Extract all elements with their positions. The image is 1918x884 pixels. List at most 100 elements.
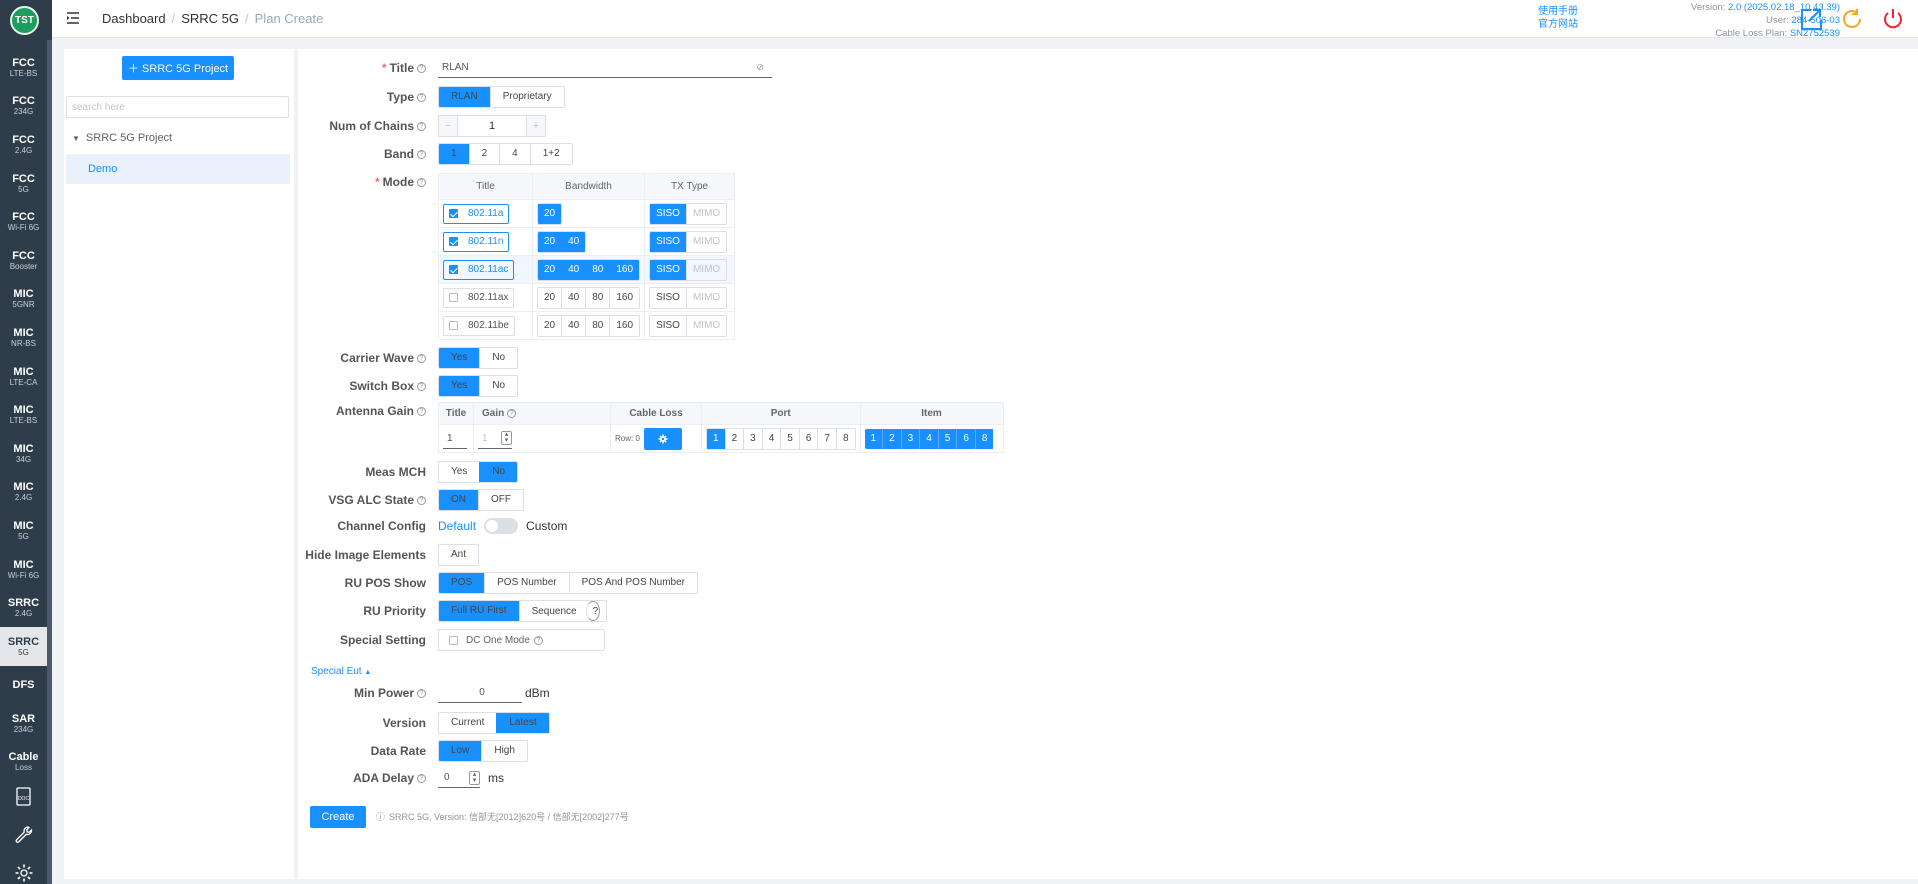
band-option[interactable]: 2 (468, 144, 500, 164)
port-option[interactable]: 5 (780, 428, 799, 449)
channel-config-toggle[interactable] (484, 518, 519, 534)
nav-item-mic-34g[interactable]: MIC 34G (0, 434, 47, 473)
checkbox-box[interactable] (449, 321, 458, 330)
nav-item-mic-lte-bs[interactable]: MIC LTE-BS (0, 395, 47, 434)
txtype-option[interactable]: SISO (650, 231, 686, 252)
item-option[interactable]: 1 (864, 428, 883, 449)
rupos-option[interactable]: POS Number (484, 573, 568, 593)
txtype-option[interactable]: MIMO (685, 315, 726, 336)
logo-icon[interactable]: TST (10, 6, 39, 35)
version-option[interactable]: Latest (496, 713, 549, 733)
breadcrumb-srrc-5g[interactable]: SRRC 5G (181, 11, 239, 26)
txtype-option[interactable]: MIMO (685, 259, 726, 280)
bandwidth-option[interactable]: 20 (538, 288, 561, 308)
gear-icon[interactable] (0, 854, 47, 884)
menu-toggle-icon[interactable] (66, 11, 80, 30)
port-option[interactable]: 4 (761, 428, 781, 449)
version-option[interactable]: Current (439, 713, 496, 733)
nav-item-cable-loss[interactable]: Cable Loss (0, 743, 47, 782)
port-option[interactable]: 1 (707, 428, 725, 449)
tree-search-input[interactable] (66, 96, 289, 118)
chains-value[interactable]: 1 (457, 116, 527, 136)
mode-checkbox[interactable]: 802.11a (443, 203, 510, 224)
tree-node-project[interactable]: ▼ SRRC 5G Project (72, 132, 172, 144)
txtype-option[interactable]: SISO (650, 288, 686, 308)
rupos-option[interactable]: POS And POS Number (568, 573, 697, 593)
switchbox-option[interactable]: No (479, 376, 517, 396)
bandwidth-option[interactable]: 20 (538, 231, 562, 252)
meas-option[interactable]: No (479, 462, 518, 482)
nav-item-fcc-5g[interactable]: FCC 5G (0, 164, 47, 203)
nav-item-mic-nr-bs[interactable]: MIC NR-BS (0, 318, 47, 357)
port-option[interactable]: 8 (835, 428, 855, 449)
nav-item-fcc-2-4g[interactable]: FCC 2.4G (0, 125, 47, 164)
dc-one-mode-checkbox[interactable]: DC One Mode? (438, 629, 605, 651)
refresh-icon[interactable] (1840, 6, 1864, 37)
doc-icon[interactable]: DOC (0, 778, 47, 816)
item-option[interactable]: 8 (974, 428, 994, 449)
datarate-option[interactable]: High (481, 741, 527, 761)
checkbox-box[interactable] (449, 209, 458, 218)
item-option[interactable]: 4 (919, 428, 938, 449)
txtype-option[interactable]: MIMO (685, 287, 726, 308)
bandwidth-option[interactable]: 160 (609, 259, 640, 280)
vsg-option[interactable]: OFF (478, 490, 523, 510)
band-option[interactable]: 1+2 (529, 144, 572, 164)
bandwidth-option[interactable]: 160 (609, 315, 639, 336)
ada-delay-value[interactable]: 0 (438, 772, 469, 783)
title-input[interactable] (438, 58, 772, 78)
item-option[interactable]: 3 (900, 428, 920, 449)
hide-option[interactable]: Ant (439, 545, 478, 565)
port-option[interactable]: 6 (798, 428, 818, 449)
wrench-icon[interactable] (0, 816, 47, 854)
txtype-option[interactable]: MIMO (685, 203, 726, 224)
power-icon[interactable] (1881, 6, 1905, 37)
port-option[interactable]: 7 (817, 428, 836, 449)
item-option[interactable]: 2 (882, 428, 901, 449)
rupos-option[interactable]: POS (439, 573, 485, 593)
item-option[interactable]: 6 (956, 428, 975, 449)
type-option[interactable]: RLAN (439, 87, 490, 107)
bandwidth-option[interactable]: 80 (585, 259, 610, 280)
rupri-option[interactable]: Full RU First (439, 601, 519, 621)
manual-link[interactable]: 使用手册 (1538, 5, 1578, 18)
create-button[interactable]: Create (310, 806, 366, 828)
bandwidth-option[interactable]: 40 (561, 287, 585, 308)
bandwidth-option[interactable]: 20 (538, 203, 562, 224)
mode-checkbox[interactable]: 802.11be (443, 315, 515, 336)
cable-loss-settings-button[interactable] (643, 427, 682, 450)
txtype-option[interactable]: SISO (650, 259, 686, 280)
nav-scrollbar[interactable] (47, 40, 52, 884)
nav-item-srrc-5g[interactable]: SRRC 5G (0, 626, 47, 666)
nav-item-fcc-lte-bs[interactable]: FCC LTE-BS (0, 48, 47, 87)
add-project-button[interactable]: ＋ SRRC 5G Project (122, 56, 234, 80)
nav-item-fcc-wi-fi-6g[interactable]: FCC Wi-Fi 6G (0, 202, 47, 241)
nav-item-fcc-234g[interactable]: FCC 234G (0, 87, 47, 126)
spin-arrows-icon[interactable]: ▴ ▾ (501, 431, 512, 445)
ant-gain-value[interactable]: 1 (478, 433, 501, 444)
mode-checkbox[interactable]: 802.11ax (443, 287, 515, 308)
checkbox-box[interactable] (449, 293, 458, 302)
rupri-option[interactable]: Sequence? (518, 601, 606, 621)
special-eut-toggle[interactable]: Special Eut ▲ (311, 666, 371, 677)
ant-title-input[interactable] (443, 428, 467, 449)
ada-delay-input[interactable]: 0 ▴ ▾ (438, 768, 480, 788)
port-option[interactable]: 2 (724, 428, 744, 449)
nav-item-mic-wi-fi-6g[interactable]: MIC Wi-Fi 6G (0, 550, 47, 589)
nav-item-mic-5g[interactable]: MIC 5G (0, 511, 47, 550)
nav-item-mic-5gnr[interactable]: MIC 5GNR (0, 280, 47, 319)
bandwidth-option[interactable]: 80 (585, 287, 609, 308)
vsg-option[interactable]: ON (439, 490, 478, 510)
carrier-option[interactable]: No (479, 348, 517, 368)
checkbox-box[interactable] (449, 237, 458, 246)
export-icon[interactable] (1798, 6, 1824, 37)
bandwidth-option[interactable]: 20 (538, 259, 562, 280)
mode-checkbox[interactable]: 802.11ac (443, 259, 515, 280)
band-option[interactable]: 1 (439, 144, 469, 164)
txtype-option[interactable]: SISO (650, 203, 686, 224)
bandwidth-option[interactable]: 40 (561, 315, 585, 336)
switchbox-option[interactable]: Yes (439, 376, 480, 396)
txtype-option[interactable]: MIMO (685, 231, 726, 252)
bandwidth-option[interactable]: 80 (585, 315, 609, 336)
bandwidth-option[interactable]: 40 (561, 259, 586, 280)
